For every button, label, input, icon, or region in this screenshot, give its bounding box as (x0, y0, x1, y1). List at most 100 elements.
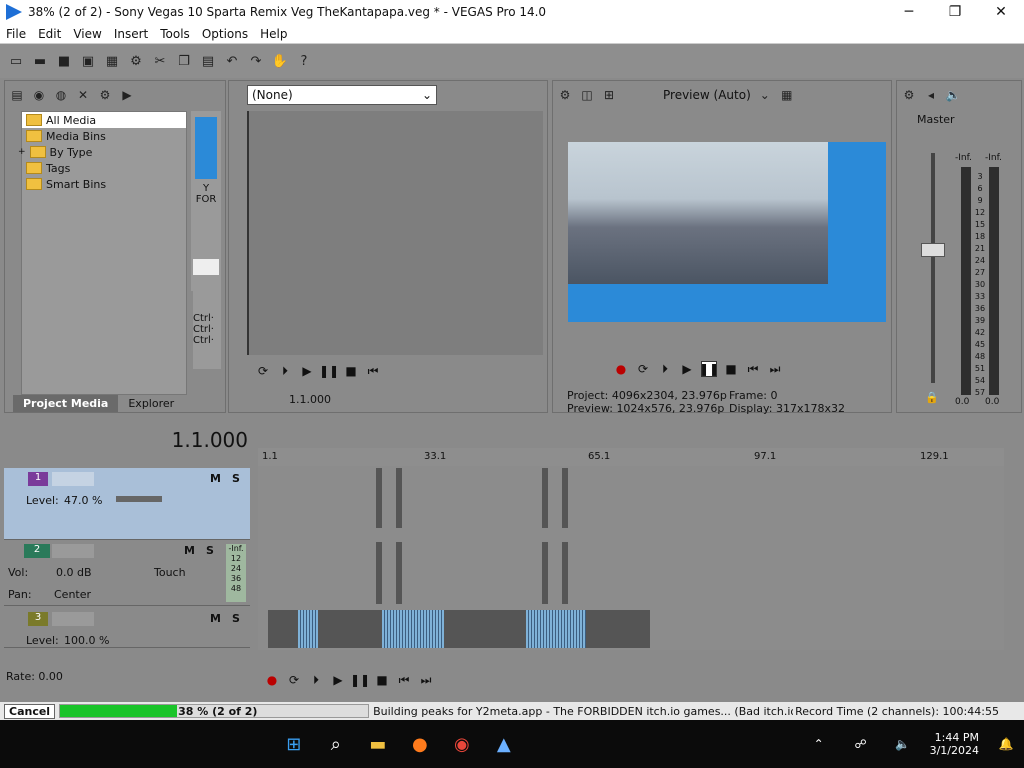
master-fader[interactable] (921, 243, 945, 257)
menu-insert[interactable]: Insert (108, 27, 154, 41)
audio-clip[interactable] (542, 542, 548, 604)
loop-icon[interactable]: ⟳ (286, 672, 302, 688)
enable-snapping-icon[interactable]: ✋ (270, 51, 290, 71)
chevron-down-icon[interactable]: ⌄ (757, 87, 773, 103)
get-media-icon[interactable]: ◍ (53, 87, 69, 103)
redo-icon[interactable]: ↷ (246, 51, 266, 71)
video-clip[interactable] (376, 468, 382, 528)
timeline-area[interactable]: 1.1 33.1 65.1 97.1 129.1 (258, 448, 1004, 650)
properties-gear-icon[interactable]: ⚙ (126, 51, 146, 71)
go-to-start-icon[interactable]: ⏮ (396, 672, 412, 688)
audio-track-2[interactable]: 2 M S Vol: 0.0 dB Pan: Center Touch -Inf… (4, 540, 250, 606)
close-button[interactable]: ✕ (978, 0, 1024, 24)
stop-icon[interactable]: ■ (723, 361, 739, 377)
save-as-icon[interactable]: ▣ (78, 51, 98, 71)
preview-gear-icon[interactable]: ⚙ (557, 87, 573, 103)
chevron-up-icon[interactable]: ⌃ (805, 730, 833, 758)
menu-view[interactable]: View (67, 27, 107, 41)
help-icon[interactable]: ? (294, 51, 314, 71)
mute-button[interactable]: M (184, 544, 195, 557)
pause-icon[interactable]: ❚❚ (699, 361, 719, 377)
new-project-icon[interactable]: ▭ (6, 51, 26, 71)
network-icon[interactable]: ☍ (847, 730, 875, 758)
overlays-icon[interactable]: ⊞ (601, 87, 617, 103)
pause-icon[interactable]: ❚❚ (319, 363, 339, 379)
go-to-end-icon[interactable]: ⏭ (418, 672, 434, 688)
loop-icon[interactable]: ⟳ (635, 361, 651, 377)
capture-icon[interactable]: ◉ (31, 87, 47, 103)
solo-button[interactable]: S (232, 612, 240, 625)
pause-icon[interactable]: ❚❚ (350, 672, 370, 688)
go-to-start-icon[interactable]: ⏮ (745, 361, 761, 377)
menu-help[interactable]: Help (254, 27, 293, 41)
menu-options[interactable]: Options (196, 27, 254, 41)
undo-icon[interactable]: ↶ (222, 51, 242, 71)
vegas-taskbar-icon[interactable]: ▲ (490, 730, 518, 758)
lock-icon[interactable]: 🔒 (925, 391, 939, 404)
video-clip[interactable] (562, 468, 568, 528)
system-clock[interactable]: 1:44 PM 3/1/2024 (930, 731, 979, 757)
cut-icon[interactable]: ✂ (150, 51, 170, 71)
stop-icon[interactable]: ■ (374, 672, 390, 688)
timeline-ruler[interactable]: 1.1 33.1 65.1 97.1 129.1 (258, 448, 1004, 466)
preview-quality[interactable]: Preview (Auto) (663, 88, 751, 102)
tab-explorer[interactable]: Explorer (118, 395, 184, 412)
solo-button[interactable]: S (206, 544, 214, 557)
play-icon[interactable]: ▶ (679, 361, 695, 377)
auto-preview-icon[interactable]: ▶ (119, 87, 135, 103)
master-gear-icon[interactable]: ⚙ (901, 87, 917, 103)
mute-icon[interactable]: ◂ (923, 87, 939, 103)
record-icon[interactable]: ● (613, 361, 629, 377)
solo-button[interactable]: S (232, 472, 240, 485)
play-icon[interactable]: ▶ (330, 672, 346, 688)
tree-item-by-type[interactable]: + By Type (18, 144, 186, 160)
stop-icon[interactable]: ■ (343, 363, 359, 379)
maximize-button[interactable]: ❐ (932, 0, 978, 24)
loop-icon[interactable]: ⟳ (255, 363, 271, 379)
speaker-icon[interactable]: 🔈 (945, 87, 961, 103)
trimmer-select[interactable]: (None) ⌄ (247, 85, 437, 105)
windows-start-icon[interactable]: ⊞ (280, 730, 308, 758)
tree-item-tags[interactable]: Tags (22, 160, 186, 176)
track-3-clips[interactable] (268, 610, 650, 648)
mute-button[interactable]: M (210, 612, 221, 625)
play-icon[interactable]: ▶ (299, 363, 315, 379)
menu-file[interactable]: File (0, 27, 32, 41)
tree-item-media-bins[interactable]: Media Bins (22, 128, 186, 144)
expand-icon[interactable]: + (18, 147, 26, 157)
record-icon[interactable]: ● (264, 672, 280, 688)
video-track-1[interactable]: 1 M S Level: 47.0 % (4, 468, 250, 540)
go-to-start-icon[interactable]: ⏮ (365, 363, 381, 379)
grid-icon[interactable]: ▦ (779, 87, 795, 103)
level-slider[interactable] (116, 496, 162, 502)
audio-clip[interactable] (376, 542, 382, 604)
media-thumbnail[interactable] (195, 117, 217, 179)
video-clip[interactable] (396, 468, 402, 528)
notification-icon[interactable]: 🔔 (992, 730, 1020, 758)
copy-icon[interactable]: ❐ (174, 51, 194, 71)
menu-tools[interactable]: Tools (154, 27, 196, 41)
search-icon[interactable]: ⌕ (322, 730, 350, 758)
menu-edit[interactable]: Edit (32, 27, 67, 41)
save-icon[interactable]: ■ (54, 51, 74, 71)
audio-clip[interactable] (562, 542, 568, 604)
file-explorer-icon[interactable]: ▬ (364, 730, 392, 758)
cancel-button[interactable]: Cancel (4, 703, 56, 719)
play-from-start-icon[interactable]: ⏵ (657, 361, 673, 377)
open-icon[interactable]: ▬ (30, 51, 50, 71)
firefox-icon[interactable]: ● (406, 730, 434, 758)
video-clip[interactable] (542, 468, 548, 528)
chrome-icon[interactable]: ◉ (448, 730, 476, 758)
tab-project-media[interactable]: Project Media (13, 395, 119, 412)
play-from-start-icon[interactable]: ⏵ (277, 363, 293, 379)
track-name-field[interactable] (52, 472, 94, 486)
render-icon[interactable]: ▦ (102, 51, 122, 71)
split-screen-icon[interactable]: ◫ (579, 87, 595, 103)
track-name-field[interactable] (52, 612, 94, 626)
import-media-icon[interactable]: ▤ (9, 87, 25, 103)
trimmer-area[interactable] (247, 111, 543, 355)
paste-icon[interactable]: ▤ (198, 51, 218, 71)
automation-mode[interactable]: Touch (154, 566, 186, 579)
track-name-field[interactable] (52, 544, 94, 558)
audio-clip[interactable] (396, 542, 402, 604)
